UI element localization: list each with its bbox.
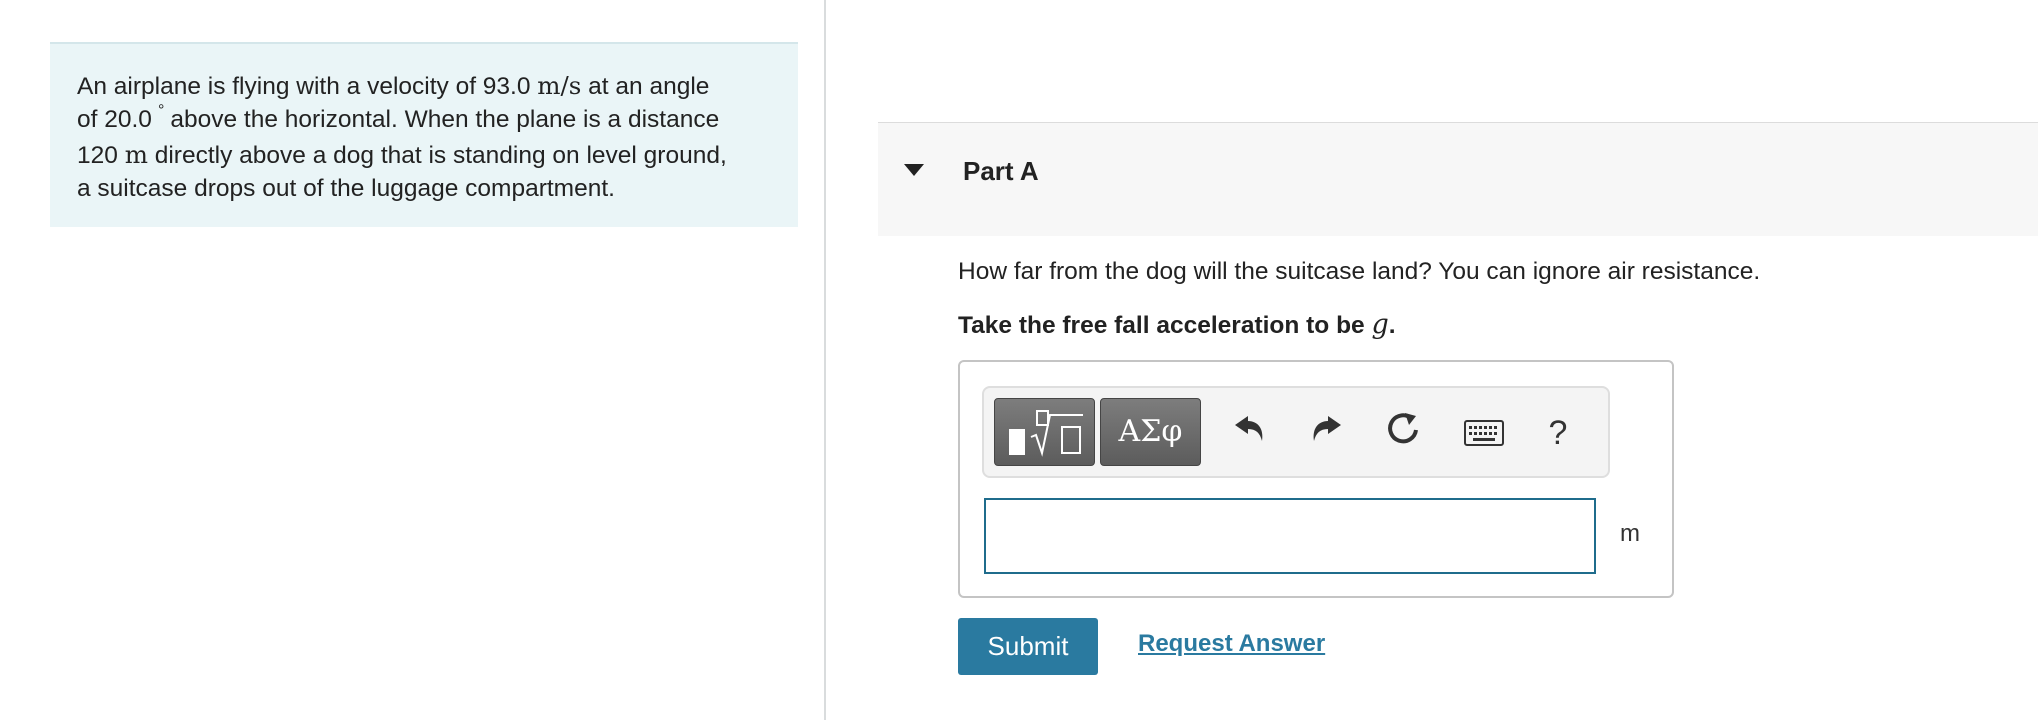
submit-button[interactable]: Submit xyxy=(958,618,1098,675)
keyboard-icon xyxy=(1464,420,1504,446)
reset-button[interactable] xyxy=(1382,410,1426,456)
templates-icon xyxy=(1009,410,1083,457)
problem-text-segment: at an angle xyxy=(581,73,710,100)
part-header[interactable]: Part A xyxy=(878,122,2038,236)
undo-button[interactable] xyxy=(1228,410,1272,456)
problem-text-segment: 120 xyxy=(77,142,125,169)
help-button[interactable]: ? xyxy=(1536,410,1580,456)
answer-unit: m xyxy=(1620,520,1640,547)
redo-icon xyxy=(1313,416,1341,441)
problem-text: An airplane is flying with a velocity of… xyxy=(77,70,770,205)
keyboard-button[interactable] xyxy=(1462,410,1506,456)
panel-divider xyxy=(824,0,826,720)
answer-box: ΑΣφ ? m xyxy=(958,360,1674,598)
greek-symbols-button[interactable]: ΑΣφ xyxy=(1100,398,1201,466)
redo-button[interactable] xyxy=(1304,410,1348,456)
question-text: How far from the dog will the suitcase l… xyxy=(958,258,1761,285)
problem-text-segment: of 20.0 xyxy=(77,105,152,133)
instruction-segment: . xyxy=(1388,312,1396,339)
request-answer-link[interactable]: Request Answer xyxy=(1138,630,1325,658)
gravity-variable: g xyxy=(1371,309,1389,340)
part-title: Part A xyxy=(963,156,1039,186)
degree-symbol: ° xyxy=(157,101,165,119)
velocity-unit: m/s xyxy=(537,71,582,100)
reset-icon xyxy=(1388,413,1418,444)
templates-button[interactable] xyxy=(994,398,1095,466)
page: An airplane is flying with a velocity of… xyxy=(0,0,2038,720)
problem-text-segment: above the horizontal. When the plane is … xyxy=(170,105,720,133)
answer-input[interactable] xyxy=(984,498,1596,574)
undo-icon xyxy=(1235,416,1263,441)
instruction-segment: Take the free fall acceleration to be xyxy=(958,312,1372,339)
distance-unit: m xyxy=(124,140,148,169)
problem-text-segment: a suitcase drops out of the luggage comp… xyxy=(77,174,615,202)
math-toolbar: ΑΣφ ? xyxy=(982,386,1610,478)
problem-text-segment: An airplane is flying with a velocity of… xyxy=(77,73,538,100)
greek-symbols-icon: ΑΣφ xyxy=(1118,414,1183,449)
instruction-text: Take the free fall acceleration to be g. xyxy=(958,309,1396,340)
problem-statement: An airplane is flying with a velocity of… xyxy=(50,42,798,227)
collapse-chevron-icon[interactable] xyxy=(904,164,924,176)
problem-text-segment: directly above a dog that is standing on… xyxy=(147,142,727,169)
help-icon: ? xyxy=(1548,414,1568,452)
